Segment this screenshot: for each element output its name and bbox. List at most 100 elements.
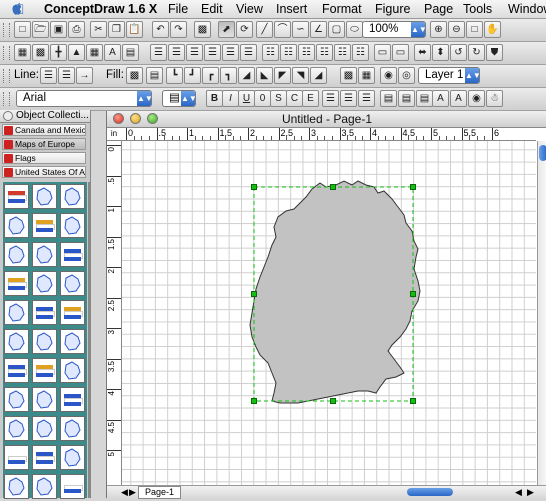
distribute-1-icon[interactable]: ☷	[262, 44, 279, 61]
connector-style-4-icon[interactable]: ┓	[220, 67, 237, 84]
line-ends-icon[interactable]: →	[76, 67, 93, 84]
same-size-1-icon[interactable]: ▭	[374, 44, 391, 61]
polyline-tool-icon[interactable]: ∠	[310, 21, 327, 38]
pointer-tool-icon[interactable]: ⬈	[218, 21, 235, 38]
text-size-down-icon[interactable]: A	[450, 90, 467, 107]
align-3-icon[interactable]: ☰	[186, 44, 203, 61]
undo-icon[interactable]: ↶	[152, 21, 169, 38]
rectangle-tool-icon[interactable]: ▢	[328, 21, 345, 38]
map-shape-thumbnail[interactable]	[4, 474, 29, 499]
font-select[interactable]: Arial ▲▼	[16, 90, 153, 107]
resize-handle[interactable]	[251, 291, 257, 297]
library-book-icon[interactable]: ▩	[194, 21, 211, 38]
menu-page[interactable]: Page	[424, 2, 453, 16]
map-shape-thumbnail[interactable]	[60, 474, 85, 499]
flip-1-icon[interactable]: ⬌	[414, 44, 431, 61]
map-shape-thumbnail[interactable]	[32, 184, 57, 209]
curve-tool-icon[interactable]: ∽	[292, 21, 309, 38]
map-shape-thumbnail[interactable]	[32, 300, 57, 325]
map-shape-thumbnail[interactable]	[32, 329, 57, 354]
map-shape-thumbnail[interactable]	[60, 387, 85, 412]
align-6-icon[interactable]: ☰	[240, 44, 257, 61]
underline-button[interactable]: U	[238, 90, 255, 107]
menu-tools[interactable]: Tools	[463, 2, 492, 16]
menu-edit[interactable]: Edit	[201, 2, 223, 16]
map-shape-thumbnail[interactable]	[32, 213, 57, 238]
valign-bottom-icon[interactable]: ▤	[416, 90, 433, 107]
horizontal-scroll-thumb[interactable]	[407, 488, 453, 496]
panel-scrollbar[interactable]	[88, 182, 90, 498]
globe-icon[interactable]: ◎	[398, 67, 415, 84]
connector-style-9-icon[interactable]: ◢	[310, 67, 327, 84]
resize-handle[interactable]	[410, 184, 416, 190]
open-folder-icon[interactable]: 🗁	[32, 21, 49, 38]
shadow-button[interactable]: S	[270, 90, 287, 107]
paste-icon[interactable]: 📋	[126, 21, 143, 38]
same-size-2-icon[interactable]: ▭	[392, 44, 409, 61]
menu-figure[interactable]: Figure	[375, 2, 410, 16]
align-center-icon[interactable]: ☰	[340, 90, 357, 107]
align-right-icon[interactable]: ☰	[358, 90, 375, 107]
map-shape-thumbnail[interactable]	[4, 445, 29, 470]
flip-2-icon[interactable]: ⬍	[432, 44, 449, 61]
toolbar-grip[interactable]	[3, 69, 10, 83]
lock-icon[interactable]: ⛊	[486, 44, 503, 61]
connector-style-5-icon[interactable]: ◢	[238, 67, 255, 84]
distribute-5-icon[interactable]: ☷	[334, 44, 351, 61]
align-2-icon[interactable]: ☰	[168, 44, 185, 61]
text-tool-icon[interactable]: A	[104, 44, 121, 61]
map-shape-thumbnail[interactable]	[4, 213, 29, 238]
distribute-2-icon[interactable]: ☷	[280, 44, 297, 61]
resize-handle[interactable]	[330, 184, 336, 190]
resize-handle[interactable]	[410, 291, 416, 297]
map-shape-thumbnail[interactable]	[60, 300, 85, 325]
outline-button[interactable]: 0	[254, 90, 271, 107]
line-pattern-icon[interactable]: ☰	[58, 67, 75, 84]
redo-icon[interactable]: ↷	[170, 21, 187, 38]
scroll-right-icon[interactable]: ▶	[527, 487, 534, 498]
rotate-right-icon[interactable]: ↻	[468, 44, 485, 61]
map-shape-thumbnail[interactable]	[60, 242, 85, 267]
apple-logo-icon[interactable]	[10, 2, 26, 17]
map-shape-thumbnail[interactable]	[60, 445, 85, 470]
map-shape-thumbnail[interactable]	[32, 358, 57, 383]
cut-scissors-icon[interactable]: ✂	[90, 21, 107, 38]
group-icon[interactable]: ▦	[14, 44, 31, 61]
connector-style-7-icon[interactable]: ◤	[274, 67, 291, 84]
table-icon[interactable]: ▤	[122, 44, 139, 61]
map-shape-thumbnail[interactable]	[4, 416, 29, 441]
connector-style-8-icon[interactable]: ◥	[292, 67, 309, 84]
resize-handle[interactable]	[330, 398, 336, 404]
resize-handle[interactable]	[251, 398, 257, 404]
map-shape-thumbnail[interactable]	[60, 271, 85, 296]
drawing-canvas[interactable]	[122, 141, 536, 485]
toolbar-grip[interactable]	[3, 92, 10, 106]
arc-tool-icon[interactable]: ⌒	[274, 21, 291, 38]
italic-button[interactable]: I	[222, 90, 239, 107]
document-titlebar[interactable]: Untitled - Page-1	[107, 111, 546, 128]
zoom-area-icon[interactable]: □	[466, 21, 483, 38]
fill-pattern-icon[interactable]: ▤	[146, 67, 163, 84]
color-palette-icon[interactable]: ◉	[380, 67, 397, 84]
text-size-up-icon[interactable]: A	[432, 90, 449, 107]
map-shape-thumbnail[interactable]	[60, 329, 85, 354]
picture-icon[interactable]: ▦	[86, 44, 103, 61]
object-collection-titlebar[interactable]: Object Collecti...	[0, 110, 90, 123]
map-shape-thumbnail[interactable]	[4, 300, 29, 325]
new-document-icon[interactable]: □	[14, 21, 31, 38]
resize-handle[interactable]	[251, 184, 257, 190]
align-5-icon[interactable]: ☰	[222, 44, 239, 61]
vertical-scrollbar[interactable]	[537, 141, 546, 485]
ungroup-icon[interactable]: ▩	[32, 44, 49, 61]
text-effects-icon[interactable]: ☃	[486, 90, 503, 107]
line-tool-icon[interactable]: ╱	[256, 21, 273, 38]
fill-color-icon[interactable]: ▩	[126, 67, 143, 84]
map-shape-thumbnail[interactable]	[32, 242, 57, 267]
map-shape-thumbnail[interactable]	[4, 184, 29, 209]
connector-style-6-icon[interactable]: ◣	[256, 67, 273, 84]
map-shape-thumbnail[interactable]	[32, 445, 57, 470]
rotate-tool-icon[interactable]: ⟳	[236, 21, 253, 38]
valign-top-icon[interactable]: ▤	[380, 90, 397, 107]
small-caps-button[interactable]: C	[286, 90, 303, 107]
map-shape-thumbnail[interactable]	[60, 213, 85, 238]
